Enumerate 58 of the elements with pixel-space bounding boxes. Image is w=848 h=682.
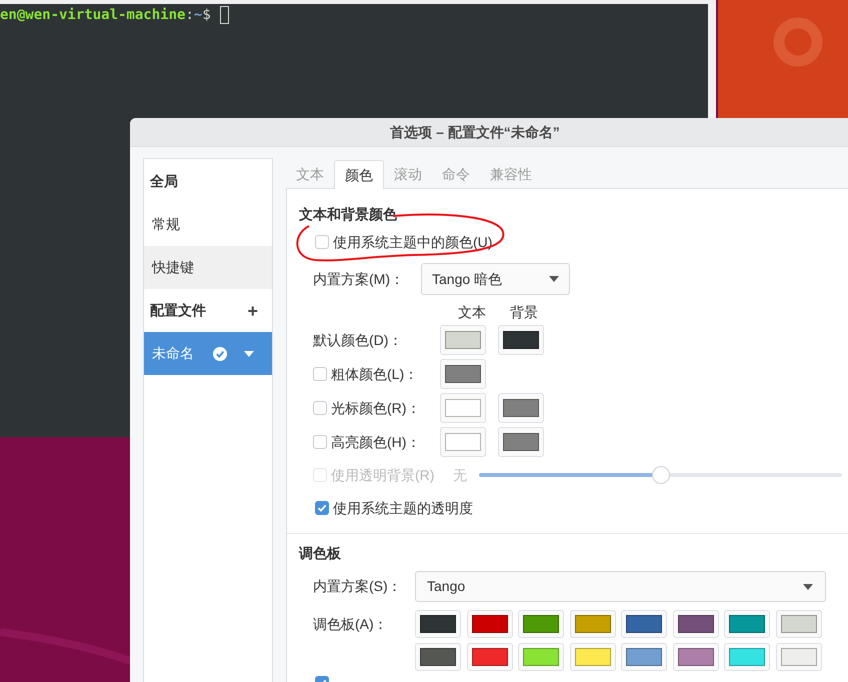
sidebar-item[interactable]: 快捷键 bbox=[144, 246, 272, 289]
field-label: 调色板(A)： bbox=[313, 615, 389, 634]
palette-swatch-button[interactable] bbox=[724, 610, 770, 638]
palette-swatch-button[interactable] bbox=[621, 643, 667, 671]
checkbox[interactable] bbox=[315, 501, 329, 515]
scheme-dropdown[interactable]: Tango 暗色 bbox=[421, 263, 570, 295]
palette-swatch-button[interactable] bbox=[415, 643, 461, 671]
scheme-dropdown[interactable]: Tango bbox=[415, 571, 826, 602]
palette-swatch-button[interactable] bbox=[672, 610, 718, 638]
section-title: 文本和背景颜色 bbox=[299, 205, 398, 224]
palette-swatch-button[interactable] bbox=[776, 610, 822, 638]
color-swatch-button[interactable] bbox=[440, 393, 486, 423]
palette-swatch-button[interactable] bbox=[415, 610, 461, 638]
palette-swatch-button[interactable] bbox=[466, 643, 512, 671]
field-label: 粗体颜色(L)： bbox=[331, 364, 418, 384]
caret-icon bbox=[803, 584, 813, 590]
field-label: 高亮颜色(H)： bbox=[331, 432, 420, 452]
color-swatch-button[interactable] bbox=[440, 427, 486, 457]
window-title: 首选项 – 配置文件“未命名” bbox=[390, 122, 560, 142]
circle-icon bbox=[773, 17, 823, 67]
checkbox-label: 使用系统主题的透明度 bbox=[333, 498, 473, 518]
field-label: 默认颜色(D)： bbox=[313, 330, 402, 350]
color-swatch-button[interactable] bbox=[498, 393, 544, 423]
column-header: 文本 bbox=[457, 302, 487, 322]
checkbox[interactable] bbox=[313, 435, 327, 449]
palette-swatch-button[interactable] bbox=[724, 643, 770, 671]
color-swatch-button[interactable] bbox=[440, 325, 486, 355]
text-cursor bbox=[220, 6, 229, 24]
checkbox[interactable] bbox=[313, 367, 327, 381]
palette-swatch-button[interactable] bbox=[518, 643, 564, 671]
caret-icon bbox=[244, 350, 254, 356]
color-swatch-button[interactable] bbox=[498, 427, 544, 457]
palette-swatch-button[interactable] bbox=[518, 610, 564, 638]
checkbox[interactable] bbox=[315, 235, 329, 249]
slider-label: 无 bbox=[453, 466, 468, 484]
check-icon bbox=[317, 503, 327, 513]
terminal-prompt: en@wen-virtual-machine:~$ bbox=[0, 6, 211, 24]
color-swatch-button[interactable] bbox=[498, 325, 544, 355]
checkbox[interactable] bbox=[313, 401, 327, 415]
add-button[interactable]: + bbox=[247, 302, 258, 320]
palette-swatch-button[interactable] bbox=[570, 643, 616, 671]
tab[interactable]: 颜色 bbox=[334, 160, 384, 189]
palette-swatch-button[interactable] bbox=[570, 610, 616, 638]
color-swatch-button[interactable] bbox=[440, 359, 486, 389]
column-header: 背景 bbox=[509, 302, 539, 322]
checkbox-label: 使用透明背景(R) bbox=[331, 466, 434, 485]
section-title: 调色板 bbox=[299, 544, 342, 563]
caret-icon bbox=[549, 276, 559, 282]
field-label: 内置方案(M)： bbox=[313, 270, 405, 289]
palette-swatch-button[interactable] bbox=[672, 643, 718, 671]
palette-swatch-button[interactable] bbox=[466, 610, 512, 638]
profile-name: 未命名 bbox=[152, 344, 195, 363]
section-header: 配置文件 bbox=[150, 301, 206, 320]
field-label: 光标颜色(R)： bbox=[331, 398, 420, 418]
section-header: 全局 bbox=[150, 172, 178, 190]
palette-swatch-button[interactable] bbox=[621, 610, 667, 638]
field-label: 内置方案(S)： bbox=[313, 577, 403, 596]
palette-swatch-button[interactable] bbox=[776, 643, 822, 671]
